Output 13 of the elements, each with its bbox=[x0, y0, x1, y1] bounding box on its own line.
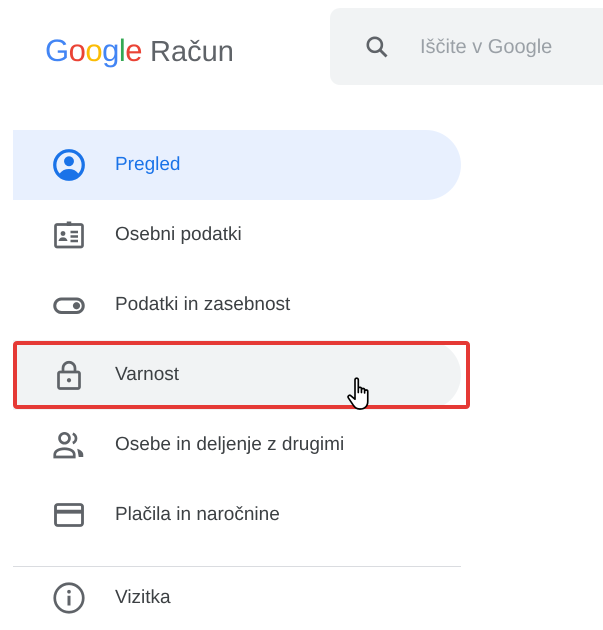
nav-item[interactable]: Podatki in zasebnost bbox=[13, 270, 461, 340]
search-field[interactable]: Iščite v Google bbox=[420, 32, 603, 62]
nav-item[interactable]: Vizitka bbox=[13, 567, 461, 629]
search-icon bbox=[364, 34, 390, 60]
nav-item[interactable]: Pregled bbox=[13, 130, 461, 200]
account-circle-icon bbox=[51, 147, 87, 183]
logo-product-name: Račun bbox=[150, 35, 234, 70]
nav-item[interactable]: Plačila in naročnine bbox=[13, 480, 461, 550]
nav-item[interactable]: Osebni podatki bbox=[13, 200, 461, 270]
nav-item[interactable]: Osebe in deljenje z drugimi bbox=[13, 410, 461, 480]
logo-brand: Google bbox=[45, 32, 142, 70]
search-field[interactable]: Iščite v Google bbox=[330, 8, 603, 85]
info-icon bbox=[51, 580, 87, 616]
